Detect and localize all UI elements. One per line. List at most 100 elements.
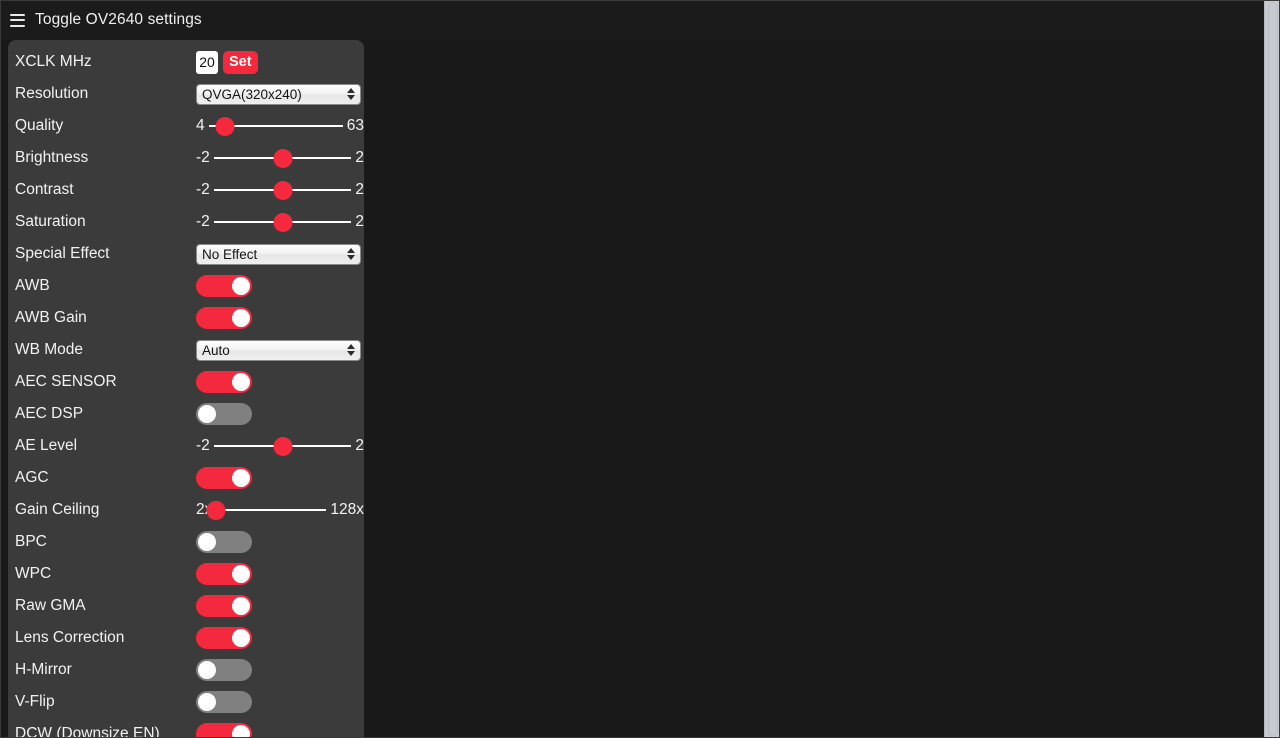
setting-row-brightness: Brightness -2 2 xyxy=(8,142,364,174)
select-wb-mode[interactable]: Auto xyxy=(196,339,361,361)
toggle-settings-title[interactable]: Toggle OV2640 settings xyxy=(35,11,202,29)
slider-max-label-gain-ceiling: 128x xyxy=(330,501,364,518)
slider-contrast[interactable]: -2 2 xyxy=(196,174,364,206)
toggle-v-flip[interactable] xyxy=(196,691,252,713)
toggle-knob xyxy=(198,693,216,711)
slider-quality[interactable]: 4 63 xyxy=(196,110,364,142)
setting-control-xclk-mhz: Set xyxy=(196,46,364,78)
setting-label-agc: AGC xyxy=(15,469,49,486)
toggle-aec-sensor[interactable] xyxy=(196,371,252,393)
toggle-knob xyxy=(232,309,250,327)
hamburger-icon[interactable] xyxy=(10,13,25,27)
slider-min-label-brightness: -2 xyxy=(196,149,210,166)
app-root: Toggle OV2640 settings XCLK MHz Set Resolu… xyxy=(0,0,1280,738)
setting-label-v-flip: V-Flip xyxy=(15,693,55,710)
slider-thumb-gain-ceiling[interactable] xyxy=(206,500,226,520)
setting-control-bpc xyxy=(196,526,364,558)
setting-control-agc xyxy=(196,462,364,494)
toggle-raw-gma[interactable] xyxy=(196,595,252,617)
toggle-awb[interactable] xyxy=(196,275,252,297)
setting-label-awb: AWB xyxy=(15,277,50,294)
toggle-knob xyxy=(198,405,216,423)
setting-row-gain-ceiling: Gain Ceiling 2x 128x xyxy=(8,494,364,526)
toggle-agc[interactable] xyxy=(196,467,252,489)
setting-row-special-effect: Special Effect No Effect xyxy=(8,238,364,270)
slider-thumb-contrast[interactable] xyxy=(273,180,293,200)
xclk-set-button[interactable]: Set xyxy=(223,50,258,74)
setting-row-quality: Quality 4 63 xyxy=(8,110,364,142)
slider-thumb-brightness[interactable] xyxy=(273,148,293,168)
setting-label-dcw-downsize-en: DCW (Downsize EN) xyxy=(15,725,160,738)
slider-thumb-quality[interactable] xyxy=(215,116,235,136)
slider-brightness[interactable]: -2 2 xyxy=(196,142,364,174)
toggle-dcw-downsize-en[interactable] xyxy=(196,723,252,738)
slider-track-contrast[interactable] xyxy=(213,179,352,201)
select-special-effect[interactable]: No Effect xyxy=(196,243,361,265)
setting-control-brightness: -2 2 xyxy=(196,142,364,174)
setting-label-saturation: Saturation xyxy=(15,213,86,230)
setting-control-dcw-downsize-en xyxy=(196,718,364,738)
setting-row-contrast: Contrast -2 2 xyxy=(8,174,364,206)
setting-label-aec-sensor: AEC SENSOR xyxy=(15,373,117,390)
slider-max-label-brightness: 2 xyxy=(355,149,364,166)
setting-control-h-mirror xyxy=(196,654,364,686)
slider-max-label-contrast: 2 xyxy=(355,181,364,198)
toggle-knob xyxy=(232,597,250,615)
page-scrollbar-thumb[interactable] xyxy=(1268,2,1278,736)
setting-row-saturation: Saturation -2 2 xyxy=(8,206,364,238)
slider-min-label-contrast: -2 xyxy=(196,181,210,198)
slider-track-brightness[interactable] xyxy=(213,147,352,169)
setting-label-brightness: Brightness xyxy=(15,149,89,166)
slider-max-label-saturation: 2 xyxy=(355,213,364,230)
setting-control-quality: 4 63 xyxy=(196,110,364,142)
toggle-bpc[interactable] xyxy=(196,531,252,553)
setting-control-wpc xyxy=(196,558,364,590)
setting-label-xclk-mhz: XCLK MHz xyxy=(15,53,92,70)
setting-row-dcw-downsize-en: DCW (Downsize EN) xyxy=(8,718,364,738)
setting-control-special-effect: No Effect xyxy=(196,238,364,270)
slider-track-saturation[interactable] xyxy=(213,211,352,233)
setting-control-ae-level: -2 2 xyxy=(196,430,364,462)
slider-track-gain-ceiling[interactable] xyxy=(206,499,327,521)
slider-thumb-ae-level[interactable] xyxy=(273,436,293,456)
toggle-h-mirror[interactable] xyxy=(196,659,252,681)
slider-ae-level[interactable]: -2 2 xyxy=(196,430,364,462)
setting-label-special-effect: Special Effect xyxy=(15,245,110,262)
slider-min-label-quality: 4 xyxy=(196,117,205,134)
setting-row-agc: AGC xyxy=(8,462,364,494)
toggle-knob xyxy=(232,725,250,738)
setting-control-wb-mode: Auto xyxy=(196,334,364,366)
toggle-wpc[interactable] xyxy=(196,563,252,585)
setting-row-v-flip: V-Flip xyxy=(8,686,364,718)
toggle-knob xyxy=(232,277,250,295)
select-resolution[interactable]: QVGA(320x240) xyxy=(196,83,361,105)
setting-row-awb: AWB xyxy=(8,270,364,302)
toggle-knob xyxy=(232,469,250,487)
toggle-knob xyxy=(198,661,216,679)
slider-min-label-saturation: -2 xyxy=(196,213,210,230)
toggle-knob xyxy=(232,373,250,391)
setting-row-aec-dsp: AEC DSP xyxy=(8,398,364,430)
slider-gain-ceiling[interactable]: 2x 128x xyxy=(196,494,364,526)
toggle-lens-correction[interactable] xyxy=(196,627,252,649)
slider-saturation[interactable]: -2 2 xyxy=(196,206,364,238)
page-scrollbar[interactable] xyxy=(1264,0,1280,738)
setting-control-saturation: -2 2 xyxy=(196,206,364,238)
toggle-awb-gain[interactable] xyxy=(196,307,252,329)
xclk-mhz-input[interactable] xyxy=(196,50,218,74)
setting-control-contrast: -2 2 xyxy=(196,174,364,206)
setting-control-resolution: QVGA(320x240) xyxy=(196,78,364,110)
setting-row-xclk-mhz: XCLK MHz Set xyxy=(8,46,364,78)
setting-control-v-flip xyxy=(196,686,364,718)
setting-row-awb-gain: AWB Gain xyxy=(8,302,364,334)
setting-row-lens-correction: Lens Correction xyxy=(8,622,364,654)
slider-thumb-saturation[interactable] xyxy=(273,212,293,232)
slider-track-quality[interactable] xyxy=(208,115,343,137)
setting-label-h-mirror: H-Mirror xyxy=(15,661,72,678)
setting-control-awb-gain xyxy=(196,302,364,334)
setting-label-contrast: Contrast xyxy=(15,181,74,198)
slider-track-ae-level[interactable] xyxy=(213,435,352,457)
toggle-aec-dsp[interactable] xyxy=(196,403,252,425)
setting-row-wb-mode: WB Mode Auto xyxy=(8,334,364,366)
setting-label-awb-gain: AWB Gain xyxy=(15,309,87,326)
